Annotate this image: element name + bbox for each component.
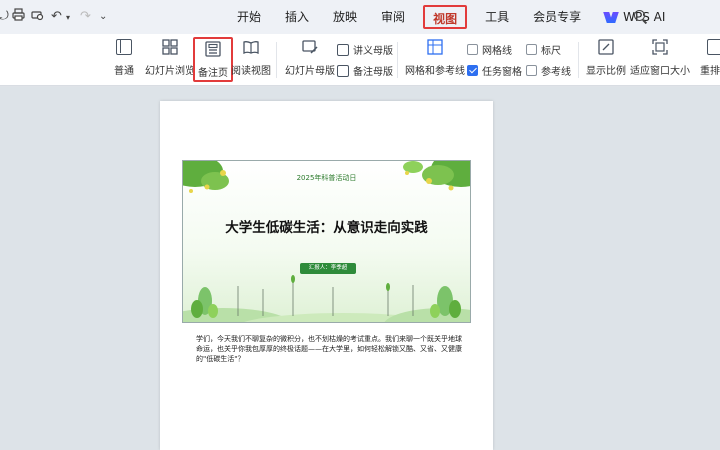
normal-view-button[interactable]: 普通	[114, 39, 134, 77]
print-icon[interactable]	[12, 8, 25, 25]
slide-subtitle: 2025年科普活动日	[296, 174, 357, 182]
speaker-notes-text[interactable]: 学们，今天我们不聊复杂的微积分，也不划枯燥的考试重点。我们来聊一个既关乎地球命运…	[196, 334, 464, 364]
redo-arrow-icon[interactable]: ⤾	[0, 9, 9, 24]
slide-decoration-illustration	[183, 161, 470, 322]
fit-window-button[interactable]: 适应窗口大小	[630, 39, 690, 77]
tab-tools[interactable]: 工具	[473, 5, 521, 29]
slide-master-label: 幻灯片母版	[285, 66, 335, 77]
rearrange-windows-button[interactable]: 重排窗	[700, 39, 720, 77]
fit-window-icon	[652, 39, 668, 55]
rearrange-icon	[707, 39, 720, 55]
ruler-checkbox[interactable]: 标尺	[526, 42, 561, 57]
slide-master-button[interactable]: 幻灯片母版	[285, 39, 335, 77]
presenter-badge: 汇报人：李季超	[300, 263, 356, 274]
notes-page-button[interactable]: 备注页	[193, 37, 233, 82]
tab-insert[interactable]: 插入	[273, 5, 321, 29]
tab-slideshow[interactable]: 放映	[321, 5, 369, 29]
slide-sorter-button[interactable]: 幻灯片浏览	[145, 39, 195, 77]
notes-master-button[interactable]: 备注母版	[337, 63, 393, 78]
task-pane-label: 任务窗格	[482, 67, 522, 78]
notes-page-icon	[205, 41, 221, 57]
grid-icon	[427, 39, 443, 55]
slide-master-icon	[302, 39, 318, 55]
fit-window-label: 适应窗口大小	[630, 66, 690, 77]
grid-guides-button[interactable]: 网格和参考线	[405, 39, 465, 77]
notes-master-icon	[337, 64, 349, 77]
undo-dropdown-icon[interactable]: ▾	[66, 13, 70, 22]
customize-toolbar-icon[interactable]: ⌄	[99, 11, 107, 22]
notes-master-label: 备注母版	[353, 67, 393, 78]
rearrange-label: 重排窗	[700, 66, 720, 77]
gridlines-checkbox[interactable]: 网格线	[467, 42, 512, 57]
zoom-icon	[598, 39, 614, 55]
ruler-label: 标尺	[541, 46, 561, 57]
tab-home[interactable]: 开始	[225, 5, 273, 29]
zoom-label: 显示比例	[586, 66, 626, 77]
notes-page-label: 备注页	[198, 68, 228, 79]
ribbon-tabs: 开始 插入 放映 审阅 视图 工具 会员专享 WPS AI	[225, 0, 677, 34]
slide-title: 大学生低碳生活：从意识走向实践	[225, 220, 428, 236]
tab-member[interactable]: 会员专享	[521, 5, 593, 29]
handout-master-label: 讲义母版	[353, 46, 393, 57]
redo-icon[interactable]: ↷	[80, 9, 91, 24]
task-pane-check-icon[interactable]	[467, 65, 478, 76]
guides-check-icon[interactable]	[526, 65, 537, 76]
guides-checkbox[interactable]: 参考线	[526, 63, 571, 78]
task-pane-checkbox[interactable]: 任务窗格	[467, 63, 522, 78]
gridlines-label: 网格线	[482, 46, 512, 57]
menu-bar: ⤾ ↶ ▾ ↷ ⌄ 开始 插入 放映 审阅 视图 工具 会员专享 WPS AI	[0, 0, 720, 34]
tab-view[interactable]: 视图	[423, 5, 468, 29]
normal-view-icon	[116, 39, 132, 55]
book-icon	[243, 39, 259, 55]
reading-view-button[interactable]: 阅读视图	[231, 39, 271, 77]
handout-master-icon	[337, 43, 349, 56]
ribbon-divider	[578, 42, 579, 78]
normal-view-label: 普通	[114, 66, 134, 77]
ribbon-view: 普通 幻灯片浏览 备注页 阅读视图 幻灯片母版 讲义母版 备注母版 网格和参考线…	[0, 34, 720, 86]
grid-guides-label: 网格和参考线	[405, 66, 465, 77]
search-icon[interactable]	[634, 10, 648, 24]
slide-sorter-label: 幻灯片浏览	[145, 66, 195, 77]
slide-thumbnail[interactable]: 2025年科普活动日 大学生低碳生活：从意识走向实践 汇报人：李季超	[182, 160, 471, 323]
undo-icon[interactable]: ↶	[51, 9, 62, 24]
zoom-button[interactable]: 显示比例	[586, 39, 626, 77]
ribbon-divider	[276, 42, 277, 78]
slide-sorter-icon	[162, 39, 178, 55]
ribbon-divider	[397, 42, 398, 78]
ruler-check-icon[interactable]	[526, 44, 537, 55]
handout-master-button[interactable]: 讲义母版	[337, 42, 393, 57]
print-preview-icon[interactable]	[31, 8, 44, 25]
wps-ai-logo-icon	[605, 12, 618, 23]
reading-view-label: 阅读视图	[231, 66, 271, 77]
tab-review[interactable]: 审阅	[369, 5, 417, 29]
guides-label: 参考线	[541, 67, 571, 78]
gridlines-check-icon[interactable]	[467, 44, 478, 55]
